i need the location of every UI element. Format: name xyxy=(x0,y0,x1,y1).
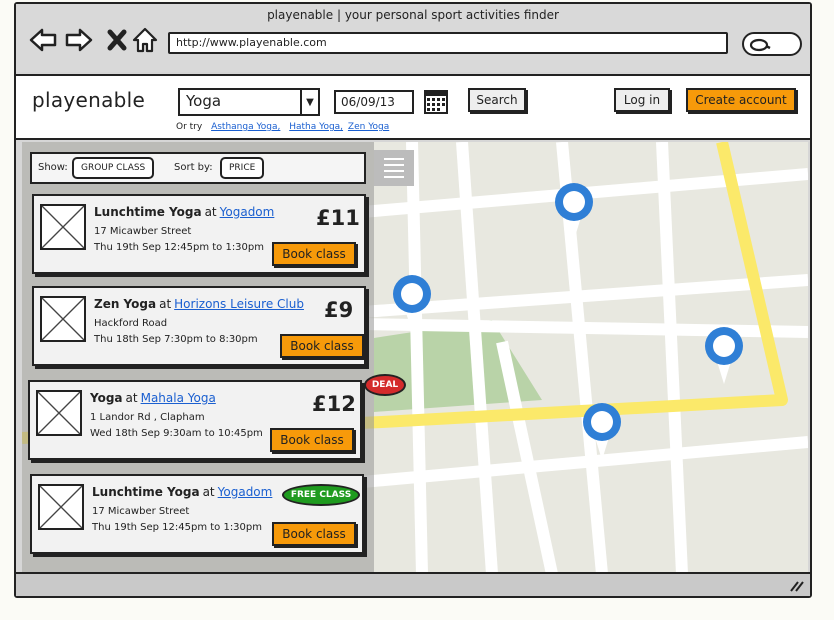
main-content: Show: GROUP CLASS Sort by: PRICE Lunchti… xyxy=(22,142,808,574)
browser-window: playenable | your personal sport activit… xyxy=(14,2,812,598)
dropdown-arrow-icon[interactable]: ▼ xyxy=(300,90,318,114)
calendar-icon[interactable] xyxy=(424,90,448,114)
class-time: Thu 18th Sep 7:30pm to 8:30pm xyxy=(94,334,258,345)
venue-link[interactable]: Horizons Leisure Club xyxy=(174,297,304,311)
sort-label: Sort by: xyxy=(174,162,213,173)
search-button[interactable]: Search xyxy=(468,88,526,112)
image-placeholder-icon xyxy=(38,484,84,530)
deal-badge: DEAL xyxy=(364,374,406,396)
resize-grip-icon[interactable] xyxy=(788,580,804,592)
class-address: 17 Micawber Street xyxy=(92,506,190,517)
suggestions: Or try Asthanga Yoga, Hatha Yoga, Zen Yo… xyxy=(176,122,389,132)
at-label: at xyxy=(202,485,215,499)
result-card[interactable]: Lunchtime Yoga at Yogadom 17 Micawber Stre… xyxy=(32,194,366,274)
map-pin-icon[interactable] xyxy=(580,400,624,464)
site-logo[interactable]: playenable xyxy=(32,88,145,112)
image-placeholder-icon xyxy=(40,296,86,342)
back-arrow-icon[interactable] xyxy=(28,26,58,54)
class-name: Lunchtime Yoga xyxy=(92,485,200,499)
class-price: £12 xyxy=(312,392,356,416)
class-name: Lunchtime Yoga xyxy=(94,205,202,219)
home-icon[interactable] xyxy=(130,26,160,54)
venue-link[interactable]: Mahala Yoga xyxy=(141,391,216,405)
image-placeholder-icon xyxy=(36,390,82,436)
address-bar[interactable]: http://www.playenable.com xyxy=(168,32,728,54)
free-class-badge: FREE CLASS xyxy=(282,484,360,506)
map-pin-icon[interactable] xyxy=(702,324,746,388)
result-card[interactable]: Lunchtime Yoga at Yogadom 17 Micawber Stre… xyxy=(30,474,364,554)
at-label: at xyxy=(159,297,172,311)
class-time: Wed 18th Sep 9:30am to 10:45pm xyxy=(90,428,263,439)
sort-chip[interactable]: PRICE xyxy=(220,157,265,179)
map-pin-icon[interactable] xyxy=(390,272,434,336)
result-card[interactable]: Yoga at Mahala Yoga 1 Landor Rd , Clapham … xyxy=(28,380,362,460)
stop-icon[interactable] xyxy=(102,26,132,54)
login-button[interactable]: Log in xyxy=(614,88,670,112)
search-icon xyxy=(749,38,771,52)
book-class-button[interactable]: Book class xyxy=(270,428,354,452)
at-label: at xyxy=(125,391,138,405)
class-address: 17 Micawber Street xyxy=(94,226,192,237)
class-address: Hackford Road xyxy=(94,318,168,329)
map-pin-icon[interactable] xyxy=(552,180,596,244)
class-price: £9 xyxy=(324,298,354,322)
venue-link[interactable]: Yogadom xyxy=(218,485,273,499)
card-title-row: Lunchtime Yoga at Yogadom xyxy=(92,485,272,499)
window-title: playenable | your personal sport activit… xyxy=(267,8,559,22)
card-title-row: Zen Yoga at Horizons Leisure Club xyxy=(94,297,304,311)
browser-footer xyxy=(16,572,810,596)
site-header: playenable Yoga ▼ 06/09/13 Search Log in… xyxy=(16,74,810,140)
filter-bar: Show: GROUP CLASS Sort by: PRICE xyxy=(30,152,366,184)
book-class-button[interactable]: Book class xyxy=(272,242,356,266)
suggestion-link[interactable]: Hatha Yoga, xyxy=(289,122,343,132)
show-filter-chip[interactable]: GROUP CLASS xyxy=(72,157,155,179)
result-card[interactable]: Zen Yoga at Horizons Leisure Club Hackford… xyxy=(32,286,366,366)
class-time: Thu 19th Sep 12:45pm to 1:30pm xyxy=(92,522,262,533)
menu-icon[interactable] xyxy=(374,150,414,186)
class-name: Zen Yoga xyxy=(94,297,157,311)
suggestion-link[interactable]: Zen Yoga xyxy=(348,122,389,132)
date-input[interactable]: 06/09/13 xyxy=(334,90,414,114)
browser-search[interactable] xyxy=(742,32,802,56)
activity-select[interactable]: Yoga ▼ xyxy=(178,88,320,116)
suggestion-link[interactable]: Asthanga Yoga, xyxy=(211,122,280,132)
create-account-button[interactable]: Create account xyxy=(686,88,796,112)
venue-link[interactable]: Yogadom xyxy=(220,205,275,219)
class-name: Yoga xyxy=(90,391,123,405)
book-class-button[interactable]: Book class xyxy=(272,522,356,546)
or-try-label: Or try xyxy=(176,122,203,132)
class-time: Thu 19th Sep 12:45pm to 1:30pm xyxy=(94,242,264,253)
class-price: £11 xyxy=(316,206,360,230)
show-label: Show: xyxy=(38,162,68,173)
card-title-row: Lunchtime Yoga at Yogadom xyxy=(94,205,274,219)
browser-titlebar: playenable | your personal sport activit… xyxy=(16,4,810,72)
class-address: 1 Landor Rd , Clapham xyxy=(90,412,205,423)
image-placeholder-icon xyxy=(40,204,86,250)
card-title-row: Yoga at Mahala Yoga xyxy=(90,391,216,405)
forward-arrow-icon[interactable] xyxy=(64,26,94,54)
activity-value: Yoga xyxy=(186,92,222,110)
book-class-button[interactable]: Book class xyxy=(280,334,364,358)
at-label: at xyxy=(204,205,217,219)
